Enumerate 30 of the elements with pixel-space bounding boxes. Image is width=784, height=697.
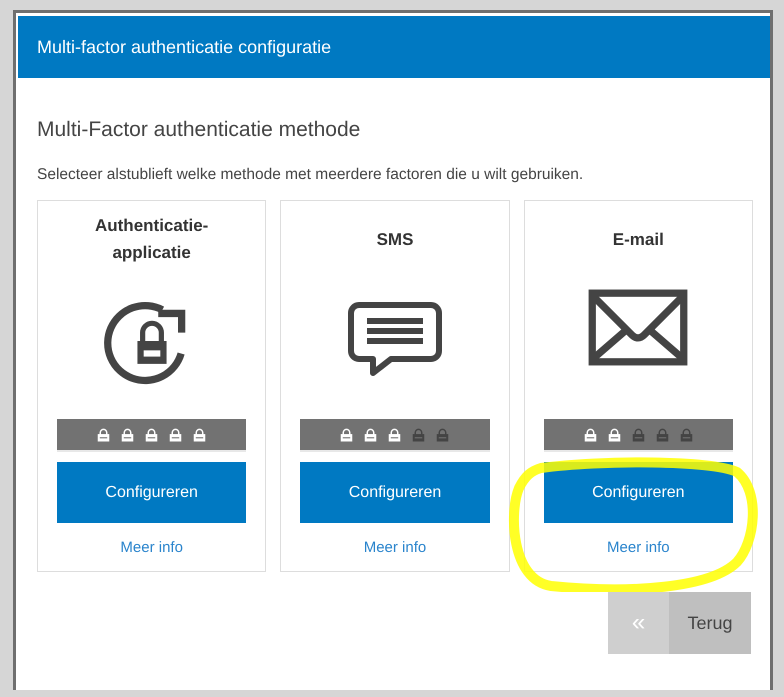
more-info-link[interactable]: Meer info — [607, 539, 670, 556]
dialog-title: Multi-factor authenticatie configuratie — [18, 16, 770, 78]
double-chevron-icon: « — [608, 592, 669, 654]
method-title: Authenticatie- applicatie — [94, 215, 208, 264]
instruction-text: Selecteer alstublieft welke methode met meerdere factoren die u wilt gebruiken. — [37, 166, 584, 184]
more-info-link[interactable]: Meer info — [120, 539, 183, 556]
dim-lock-icon — [632, 428, 645, 442]
dim-lock-icon — [656, 428, 669, 442]
configure-button[interactable]: Configureren — [57, 462, 246, 523]
lock-icon — [608, 428, 621, 442]
dim-lock-icon — [436, 428, 450, 442]
envelope-icon — [586, 289, 690, 366]
lock-icon — [145, 428, 158, 442]
lock-icon — [388, 428, 402, 442]
lock-icon — [340, 428, 354, 442]
lock-icon — [97, 428, 110, 442]
method-title: SMS — [376, 228, 414, 250]
section-heading: Multi-Factor authenticatie methode — [37, 118, 362, 142]
back-button[interactable]: « Terug — [608, 592, 751, 654]
lock-icon — [169, 428, 182, 442]
configure-button[interactable]: Configureren — [300, 462, 490, 523]
back-label: Terug — [686, 612, 734, 635]
lock-icon — [584, 428, 597, 442]
lock-icon — [364, 428, 378, 442]
dim-lock-icon — [680, 428, 693, 442]
more-info-link[interactable]: Meer info — [364, 539, 426, 556]
method-title: E-mail — [612, 228, 664, 250]
lock-icon — [121, 428, 134, 442]
lock-icon — [193, 428, 206, 442]
dim-lock-icon — [412, 428, 426, 442]
